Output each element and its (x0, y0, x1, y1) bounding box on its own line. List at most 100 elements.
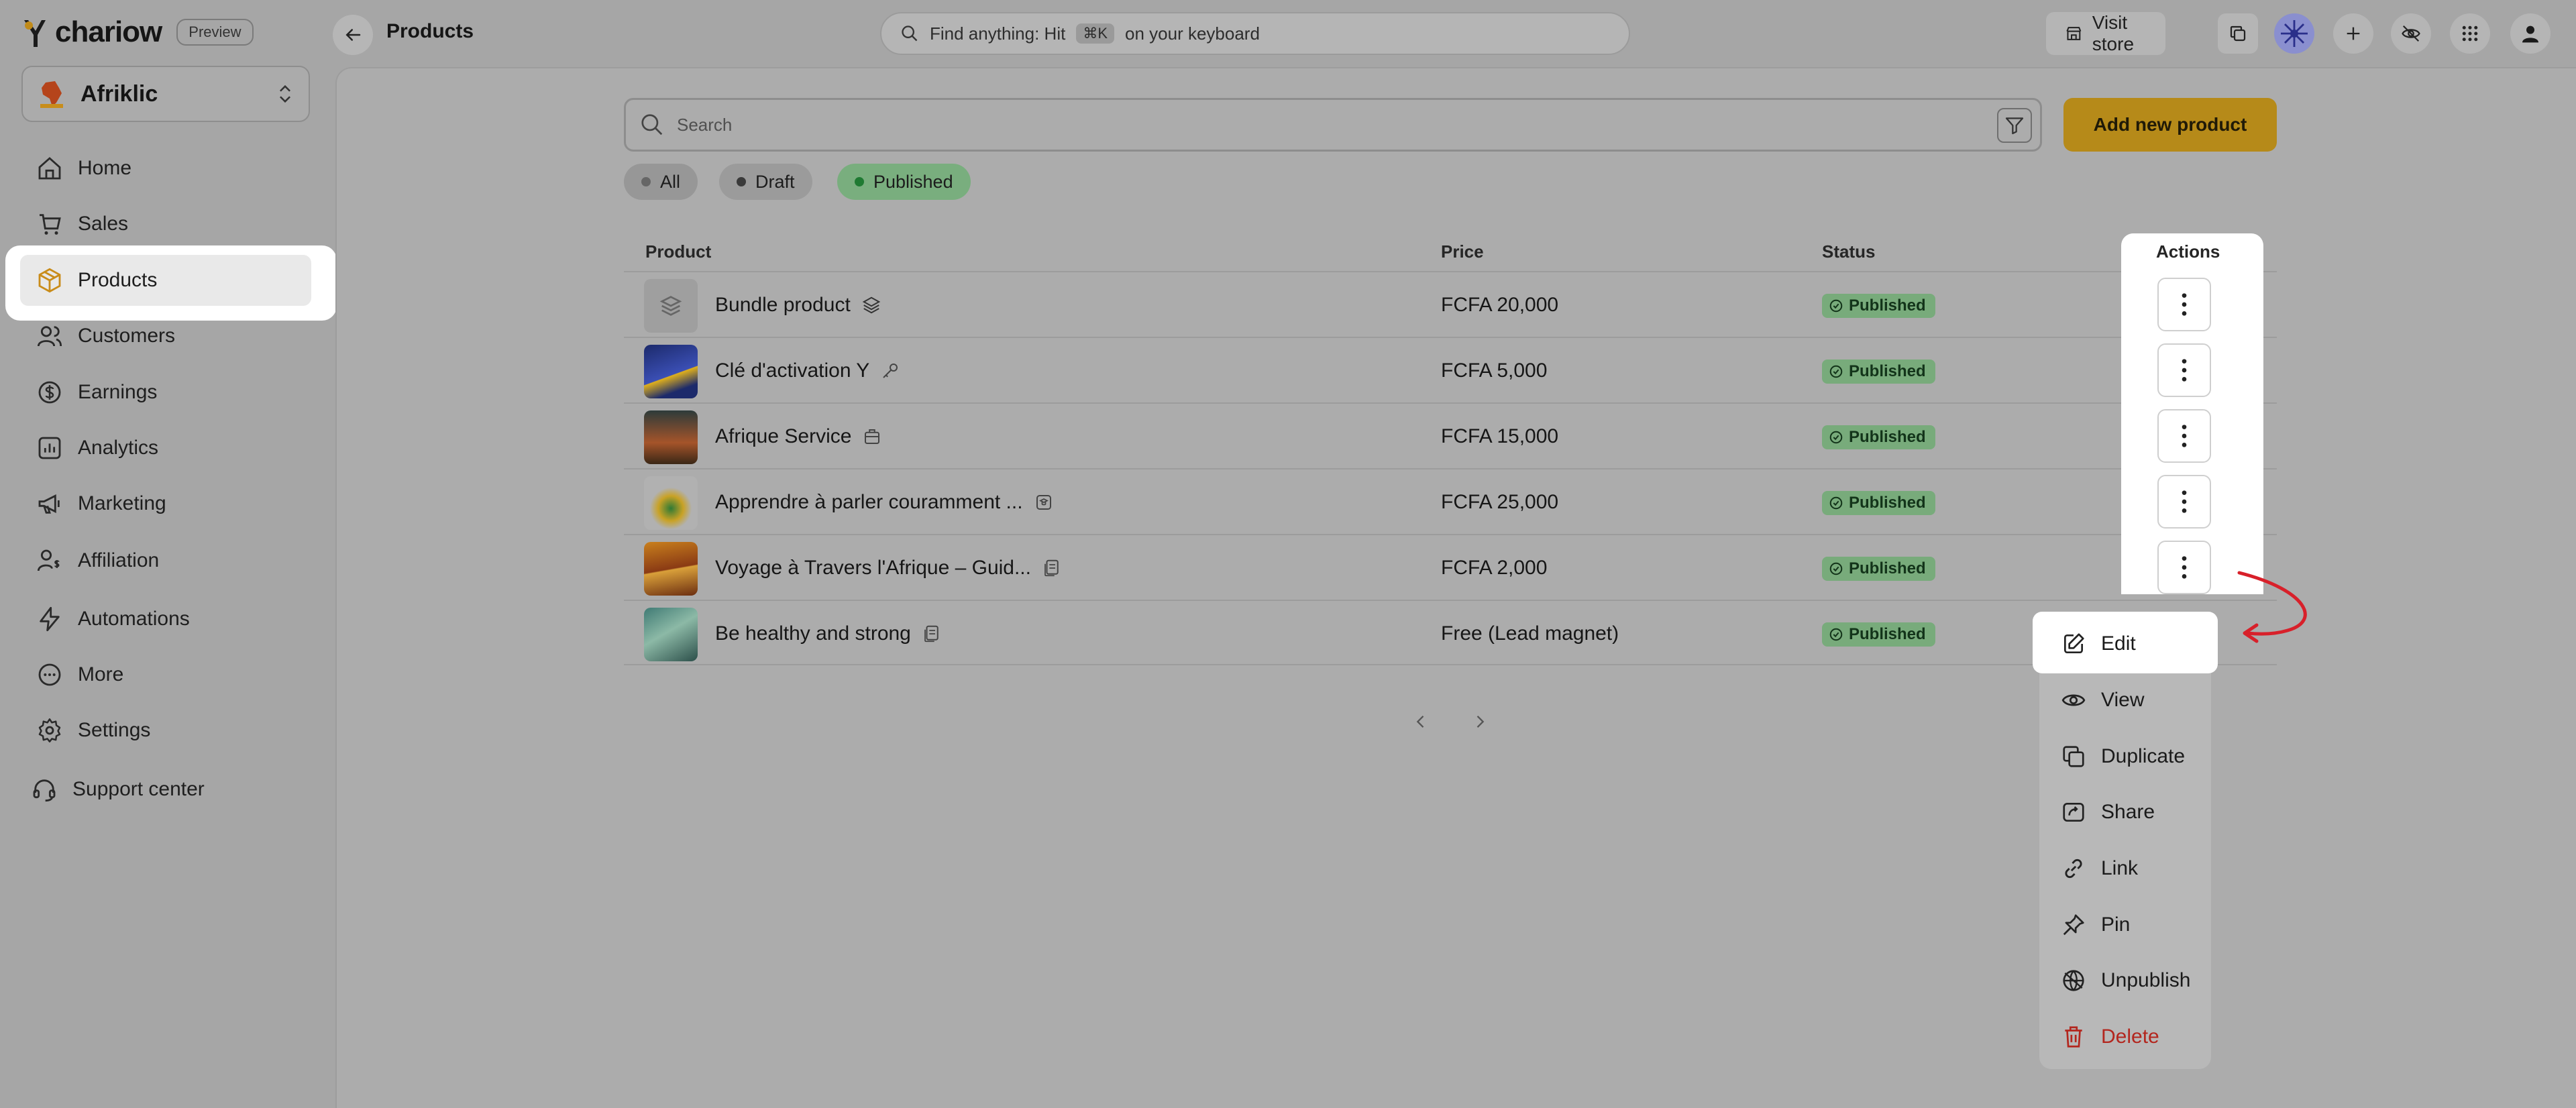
chariow-logo-icon (24, 20, 46, 47)
table-row[interactable]: Be healthy and strong Free (Lead magnet)… (624, 600, 2277, 665)
copy-icon (2230, 25, 2246, 42)
filter-button[interactable] (1997, 108, 2032, 143)
hide-values-button[interactable] (2391, 13, 2431, 54)
course-icon (1036, 495, 1051, 510)
sidebar-item-analytics[interactable]: Analytics (36, 425, 158, 472)
table-row[interactable]: Afrique Service FCFA 15,000 Published (624, 402, 2277, 468)
product-name[interactable]: Apprendre à parler couramment ... (715, 491, 1054, 514)
grid-icon (2462, 25, 2478, 42)
sidebar-item-label: Automations (78, 608, 190, 630)
table-row[interactable]: Bundle product FCFA 20,000 Published (624, 271, 2277, 337)
status-dot (737, 177, 746, 186)
check-circle-icon (1829, 496, 1843, 510)
menu-item-label: Unpublish (2101, 969, 2191, 991)
product-price: FCFA 20,000 (1441, 294, 1559, 316)
product-thumbnail (644, 279, 698, 333)
pin-icon (2063, 914, 2084, 936)
product-name[interactable]: Be healthy and strong (715, 622, 942, 645)
sidebar-item-customers[interactable]: Customers (36, 313, 175, 359)
kebab-menu-icon (2182, 293, 2187, 316)
product-name[interactable]: Voyage à Travers l'Afrique – Guid... (715, 557, 1062, 579)
sidebar-item-earnings[interactable]: Earnings (36, 369, 157, 416)
menu-item-link[interactable]: Link (2061, 848, 2138, 889)
product-name[interactable]: Clé d'activation Y (715, 359, 900, 382)
filter-chip-draft[interactable]: Draft (719, 164, 812, 200)
cart-icon (40, 214, 61, 235)
menu-item-share[interactable]: Share (2061, 792, 2155, 832)
previous-page-button[interactable] (1407, 708, 1434, 735)
row-actions-button[interactable] (2157, 343, 2211, 397)
check-circle-icon (1829, 299, 1843, 313)
add-button[interactable] (2333, 13, 2373, 54)
sidebar-item-products[interactable]: Products (36, 257, 157, 304)
product-search-input[interactable]: Search (624, 98, 2042, 152)
home-icon (38, 157, 61, 180)
menu-item-pin[interactable]: Pin (2061, 905, 2130, 945)
row-actions-button[interactable] (2157, 409, 2211, 463)
service-icon (865, 429, 880, 444)
menu-item-view[interactable]: View (2061, 680, 2144, 720)
sidebar-item-affiliation[interactable]: Affiliation (36, 537, 159, 584)
affiliate-icon (37, 549, 60, 571)
file-icon (924, 625, 938, 643)
row-actions-button[interactable] (2157, 278, 2211, 331)
sidebar-item-more[interactable]: More (36, 651, 123, 698)
earnings-icon (38, 381, 61, 404)
menu-item-unpublish[interactable]: Unpublish (2061, 960, 2190, 1001)
back-button[interactable] (333, 15, 373, 55)
menu-item-label: View (2101, 689, 2145, 711)
product-name[interactable]: Bundle product (715, 294, 881, 317)
chevron-left-icon (1416, 716, 1424, 728)
chevron-up-down-icon (280, 85, 290, 103)
annotation-arrow-icon (2237, 571, 2307, 643)
status-badge: Published (1822, 359, 1935, 384)
sidebar-item-support-center[interactable]: Support center (31, 766, 205, 813)
chart-icon (38, 437, 61, 459)
product-name[interactable]: Afrique Service (715, 425, 882, 448)
link-icon (2065, 858, 2082, 879)
menu-item-edit[interactable]: Edit (2061, 624, 2136, 664)
user-profile-button[interactable] (2510, 13, 2551, 54)
visit-store-button[interactable]: Visit store (2046, 12, 2165, 55)
sidebar-item-automations[interactable]: Automations (36, 596, 190, 643)
menu-item-delete[interactable]: Delete (2061, 1017, 2159, 1057)
visit-store-label: Visit store (2092, 12, 2135, 54)
sidebar-item-settings[interactable]: Settings (36, 707, 150, 754)
next-page-button[interactable] (1466, 708, 1493, 735)
check-circle-icon (1829, 628, 1843, 641)
filter-chip-all[interactable]: All (624, 164, 698, 200)
brand-logo[interactable]: chariow Preview (21, 15, 254, 50)
row-actions-button[interactable] (2157, 541, 2211, 594)
status-badge: Published (1822, 294, 1935, 318)
sidebar-item-sales[interactable]: Sales (36, 201, 128, 247)
copy-store-link-button[interactable] (2218, 13, 2258, 54)
trash-icon (2065, 1026, 2082, 1048)
status-badge: Published (1822, 557, 1935, 581)
table-row[interactable]: Clé d'activation Y FCFA 5,000 Published (624, 337, 2277, 402)
global-search-bar[interactable]: Find anything: Hit ⌘K on your keyboard (880, 12, 1630, 55)
add-new-product-button[interactable]: Add new product (2063, 98, 2277, 152)
layers-icon (862, 296, 881, 314)
sidebar-item-label: Affiliation (78, 549, 160, 571)
chip-label: Published (873, 171, 953, 192)
flower-logo-icon (2281, 20, 2308, 47)
check-circle-icon (1829, 365, 1843, 378)
filter-chip-published[interactable]: Published (837, 164, 971, 200)
column-header-actions: Actions (2156, 241, 2220, 262)
file-icon (1044, 559, 1059, 577)
store-selector[interactable]: Afriklic (21, 66, 310, 122)
product-thumbnail (644, 345, 698, 398)
table-row[interactable]: Voyage à Travers l'Afrique – Guid... FCF… (624, 534, 2277, 600)
afriklic-logo-icon (40, 81, 63, 108)
table-row[interactable]: Apprendre à parler couramment ... FCFA 2… (624, 468, 2277, 534)
product-price: Free (Lead magnet) (1441, 622, 1619, 645)
sidebar-item-home[interactable]: Home (36, 145, 131, 192)
sidebar-item-marketing[interactable]: Marketing (36, 480, 166, 527)
sidebar-item-label: Customers (78, 325, 176, 347)
apps-button[interactable] (2450, 13, 2490, 54)
store-avatar[interactable] (2274, 13, 2314, 54)
more-icon (38, 663, 61, 686)
menu-item-duplicate[interactable]: Duplicate (2061, 736, 2185, 777)
column-header-product: Product (645, 241, 712, 262)
row-actions-button[interactable] (2157, 475, 2211, 529)
